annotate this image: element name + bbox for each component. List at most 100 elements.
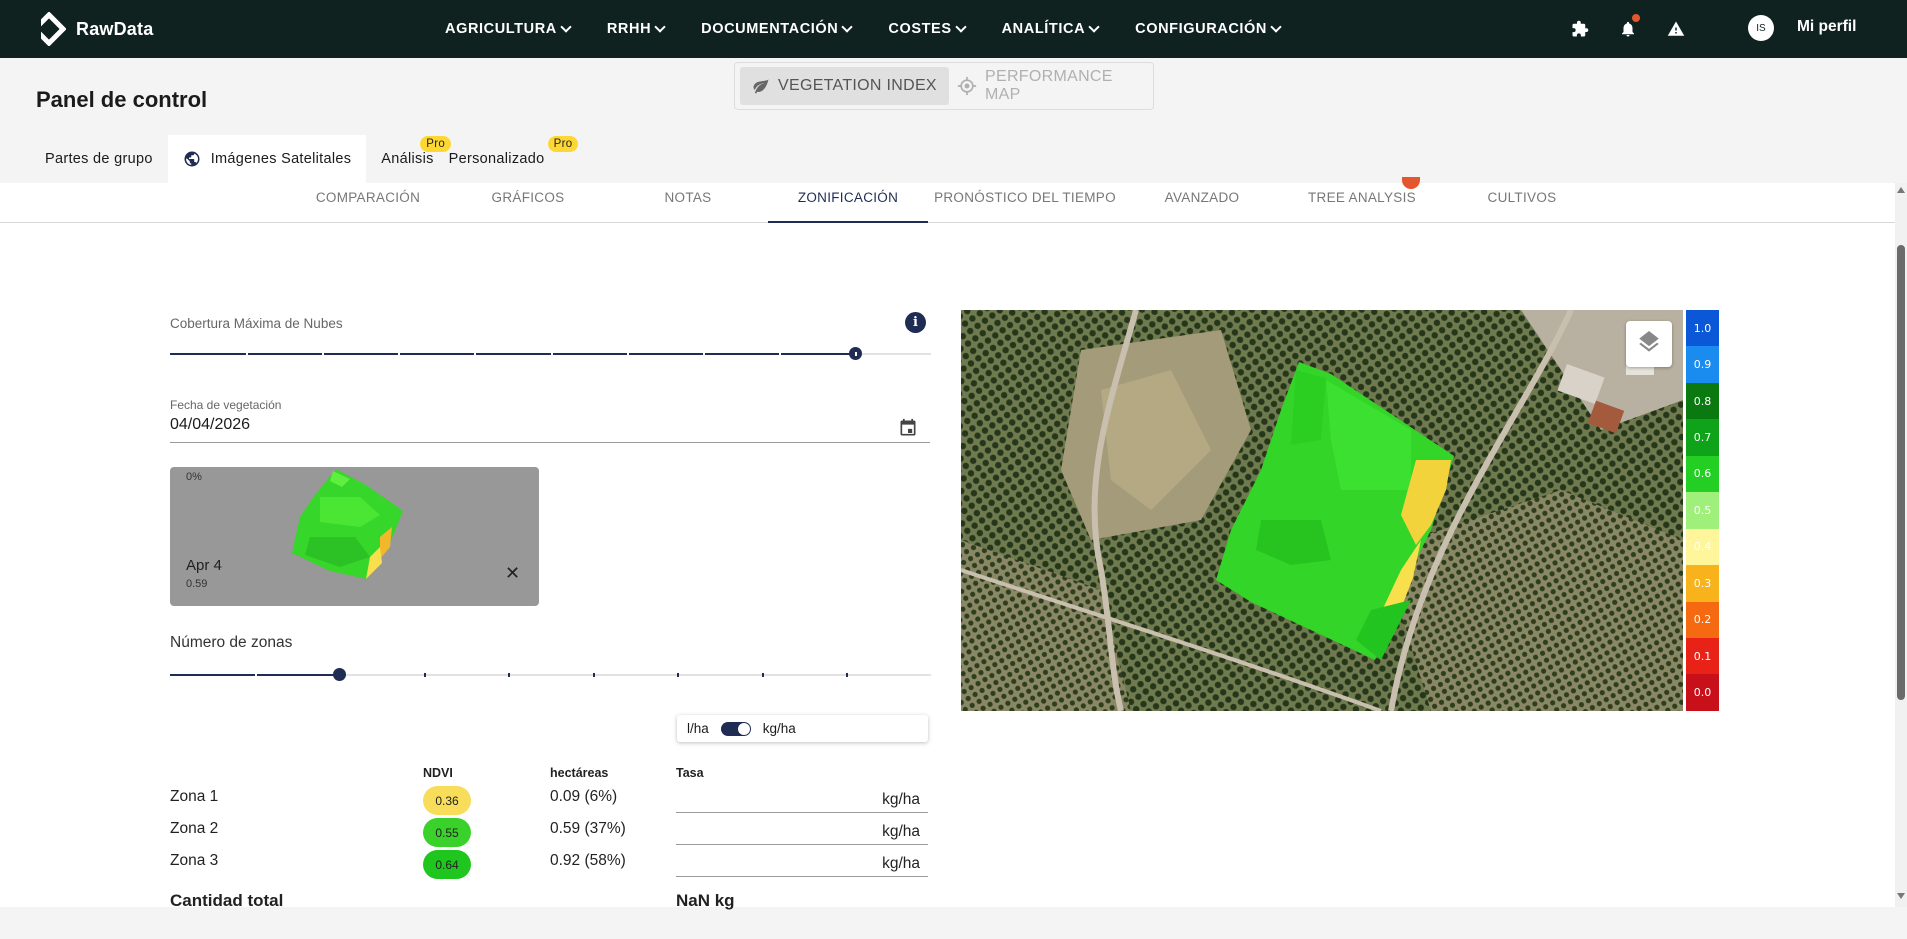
unit-toggle[interactable] [720, 721, 751, 736]
puzzle-icon[interactable] [1567, 16, 1593, 42]
menu-agricultura[interactable]: AGRICULTURA [445, 20, 572, 37]
top-navbar: RawData AGRICULTURA RRHH DOCUMENTACIÓN C… [0, 0, 1907, 58]
close-icon[interactable]: ✕ [505, 563, 520, 584]
slider-tick [779, 352, 781, 356]
toggle-label: VEGETATION INDEX [778, 77, 937, 94]
legend-cell: 0.5 [1686, 492, 1719, 529]
date-value: 04/04/2026 [170, 416, 251, 433]
info-icon[interactable]: i [905, 312, 926, 333]
pro-badge: Pro [547, 136, 579, 152]
app-logo[interactable]: RawData [31, 11, 154, 47]
thumbnail-value: 0.59 [186, 578, 208, 590]
zones-slider[interactable] [170, 668, 931, 682]
toggle-knob [737, 722, 750, 735]
rate-input[interactable]: kg/ha [676, 849, 928, 877]
slider-tick [593, 673, 595, 677]
subtab-comparacion[interactable]: COMPARACIÓN [288, 183, 448, 223]
menu-documentacion[interactable]: DOCUMENTACIÓN [701, 20, 854, 37]
zones-label: Número de zonas [170, 634, 293, 651]
scrollbar[interactable] [1895, 183, 1907, 907]
calendar-icon[interactable] [898, 418, 918, 443]
slider-tick [703, 352, 705, 356]
satellite-map[interactable] [961, 310, 1683, 711]
legend-cell: 0.7 [1686, 419, 1719, 456]
menu-label: RRHH [606, 21, 652, 37]
tab-analisis[interactable]: Análisis Pro [366, 135, 452, 183]
rate-unit: kg/ha [882, 855, 920, 872]
ndvi-header: NDVI [423, 766, 453, 780]
ndvi-badge: 0.55 [423, 818, 471, 847]
slider-tick [677, 673, 679, 677]
legend-cell: 1.0 [1686, 310, 1719, 347]
scroll-down-arrow[interactable] [1897, 893, 1905, 899]
subtabs: COMPARACIÓN GRÁFICOS NOTAS ZONIFICACIÓN … [0, 177, 1895, 223]
subtab-notas[interactable]: NOTAS [608, 183, 768, 223]
subtab-cultivos[interactable]: CULTIVOS [1442, 183, 1602, 223]
slider-tick [246, 352, 248, 356]
menu-rrhh[interactable]: RRHH [606, 20, 666, 37]
slider-tick [627, 352, 629, 356]
cloud-cover-label: Cobertura Máxima de Nubes [170, 316, 343, 331]
rate-input[interactable]: kg/ha [676, 817, 928, 845]
app-name: RawData [76, 18, 154, 39]
subtab-tree-analysis[interactable]: TREE ANALYSIS [1282, 177, 1442, 223]
avatar[interactable]: IS [1748, 15, 1774, 41]
vegetation-thumbnail[interactable]: 0% Apr 4 0.59 ✕ [170, 467, 539, 606]
warning-icon[interactable] [1663, 16, 1689, 42]
chevron-down-icon [654, 20, 666, 33]
menu-costes[interactable]: COSTES [888, 20, 967, 37]
menu-analitica[interactable]: ANALÍTICA [1002, 20, 1100, 37]
tab-partes-de-grupo[interactable]: Partes de grupo [30, 135, 168, 183]
tab-label: Partes de grupo [45, 151, 153, 167]
slider-tick [339, 673, 341, 677]
main-menu: AGRICULTURA RRHH DOCUMENTACIÓN COSTES AN… [445, 0, 1317, 58]
layers-button[interactable] [1626, 321, 1672, 367]
subtab-zonificacion[interactable]: ZONIFICACIÓN [768, 183, 928, 223]
rate-unit: kg/ha [882, 791, 920, 808]
leaf-icon [752, 77, 770, 95]
subtab-graficos[interactable]: GRÁFICOS [448, 183, 608, 223]
legend-cell: 0.9 [1686, 346, 1719, 383]
tab-label: Imágenes Satelitales [210, 151, 352, 167]
target-icon [957, 76, 977, 96]
scroll-thumb[interactable] [1897, 245, 1905, 700]
menu-label: DOCUMENTACIÓN [701, 21, 839, 37]
subtab-avanzado[interactable]: AVANZADO [1122, 183, 1282, 223]
cloud-cover-slider[interactable] [170, 347, 931, 361]
rate-input[interactable]: kg/ha [676, 785, 928, 813]
zone-hectares: 0.59 (37%) [550, 820, 626, 837]
date-field[interactable]: 04/04/2026 [170, 414, 930, 443]
menu-label: COSTES [888, 21, 952, 37]
rate-unit: kg/ha [882, 823, 920, 840]
menu-configuracion[interactable]: CONFIGURACIÓN [1135, 20, 1282, 37]
profile-link[interactable]: Mi perfil [1797, 18, 1856, 36]
legend-cell: 0.0 [1686, 674, 1719, 711]
subtab-pronostico[interactable]: PRONÓSTICO DEL TIEMPO [928, 183, 1122, 223]
zone-hectares: 0.09 (6%) [550, 788, 618, 805]
performance-map-button[interactable]: PERFORMANCE MAP [945, 67, 1153, 105]
slider-tick [508, 673, 510, 677]
page-title: Panel de control [36, 87, 208, 112]
layers-icon [1639, 331, 1659, 352]
notification-dot [1402, 177, 1420, 189]
chevron-down-icon [560, 20, 572, 33]
bell-icon[interactable] [1615, 14, 1641, 42]
notification-dot [1632, 14, 1640, 22]
legend-cell: 0.4 [1686, 528, 1719, 566]
tab-label: Análisis [381, 151, 434, 167]
tab-label: Personalizado [448, 151, 545, 167]
legend-cell: 0.1 [1686, 637, 1719, 675]
main-tabs: Partes de grupo Imágenes Satelitales Aná… [30, 135, 579, 183]
zone-name: Zona 2 [170, 820, 219, 837]
ndvi-badge: 0.64 [423, 850, 471, 879]
slider-tick [846, 673, 848, 677]
unit-right-label: kg/ha [762, 721, 796, 736]
unit-switch-box: l/ha kg/ha [677, 715, 928, 742]
total-label: Cantidad total [170, 891, 284, 910]
tab-personalizado[interactable]: Personalizado Pro [434, 135, 579, 183]
ndvi-legend: 1.0 0.9 0.8 0.7 0.6 0.5 0.4 0.3 0.2 0.1 … [1686, 310, 1719, 711]
tab-imagenes-satelitales[interactable]: Imágenes Satelitales [167, 135, 367, 183]
subtab-label: TREE ANALYSIS [1308, 190, 1416, 205]
scroll-up-arrow[interactable] [1897, 187, 1905, 193]
vegetation-index-button[interactable]: VEGETATION INDEX [740, 67, 949, 105]
